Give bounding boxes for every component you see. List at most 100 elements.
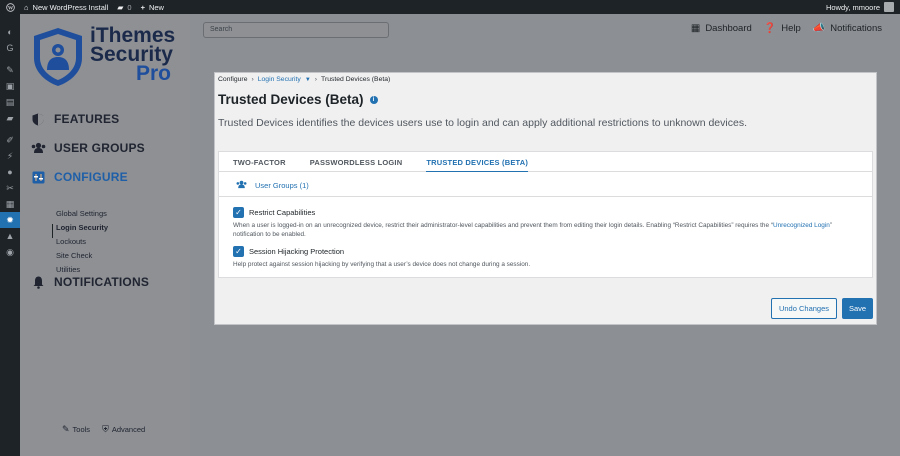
configure-subnav: Global Settings Login Security Lockouts … bbox=[52, 207, 108, 277]
comment-icon: ▰ bbox=[117, 2, 124, 12]
svg-text:W: W bbox=[8, 5, 14, 11]
appearance-icon[interactable]: ✐ bbox=[0, 132, 20, 148]
admin-bar: W ⌂ New WordPress Install ▰ 0 + New Howd… bbox=[0, 0, 900, 14]
shield-badge-icon: ⛨ bbox=[102, 424, 109, 434]
restrict-help-text-a: When a user is logged-in on an unrecogni… bbox=[233, 222, 770, 229]
nav-configure[interactable]: CONFIGURE bbox=[30, 170, 128, 184]
nav-user-groups-label: USER GROUPS bbox=[54, 141, 145, 155]
plugins-icon[interactable]: ⚡ bbox=[0, 148, 20, 164]
tab-passwordless-login[interactable]: PASSWORDLESS LOGIN bbox=[310, 152, 403, 171]
subnav-site-check[interactable]: Site Check bbox=[56, 249, 108, 263]
users-group-icon bbox=[30, 141, 46, 155]
top-nav: ▦ Dashboard ❓ Help 📣 Notifications bbox=[679, 23, 882, 34]
home-icon: ⌂ bbox=[24, 2, 29, 12]
restrict-capabilities-help: When a user is logged-in on an unrecogni… bbox=[233, 221, 863, 239]
plus-icon: + bbox=[140, 2, 145, 12]
info-icon[interactable]: i bbox=[369, 95, 378, 104]
tools-label: Tools bbox=[72, 425, 91, 434]
tab-bar: TWO-FACTOR PASSWORDLESS LOGIN TRUSTED DE… bbox=[219, 152, 872, 172]
restrict-capabilities-checkbox[interactable]: ✓ bbox=[233, 207, 244, 218]
collapse-icon[interactable]: ◉ bbox=[0, 244, 20, 260]
howdy-user[interactable]: Howdy, mmoore bbox=[826, 3, 880, 12]
tools-icon[interactable]: ✂ bbox=[0, 180, 20, 196]
users-icon[interactable]: ● bbox=[0, 164, 20, 180]
subnav-lockouts[interactable]: Lockouts bbox=[56, 235, 108, 249]
chevron-right-icon: › bbox=[314, 76, 318, 83]
pin-icon[interactable]: ✎ bbox=[0, 62, 20, 78]
breadcrumb-root[interactable]: Configure bbox=[218, 76, 247, 83]
new-label: New bbox=[148, 2, 164, 12]
grid-icon: ▦ bbox=[690, 23, 701, 34]
settings-card: Configure › Login Security ▼ › Trusted D… bbox=[214, 72, 877, 325]
megaphone-icon: 📣 bbox=[812, 23, 826, 34]
tab-trusted-devices[interactable]: TRUSTED DEVICES (BETA) bbox=[426, 152, 529, 172]
chevron-right-icon: › bbox=[251, 76, 254, 83]
undo-changes-button[interactable]: Undo Changes bbox=[771, 298, 837, 319]
site-name-link[interactable]: ⌂ New WordPress Install bbox=[24, 3, 108, 12]
wp-admin-menu: ◐ G ✎ ▣ ▤ ▰ ✐ ⚡ ● ✂ ▦ ✹ ▲ ◉ bbox=[0, 14, 20, 456]
subnav-login-security[interactable]: Login Security bbox=[56, 221, 108, 235]
brand-line-3: Pro bbox=[136, 62, 172, 85]
dashboard-label: Dashboard bbox=[705, 23, 752, 34]
dashboard-icon[interactable]: ◐ bbox=[0, 24, 20, 40]
advanced-label: Advanced bbox=[111, 425, 146, 434]
advanced-link[interactable]: ⛨ Advanced bbox=[102, 424, 145, 435]
new-content-link[interactable]: + New bbox=[141, 3, 164, 12]
subnav-global-settings[interactable]: Global Settings bbox=[56, 207, 108, 221]
breadcrumb-section[interactable]: Login Security bbox=[258, 76, 301, 83]
configure-icon bbox=[30, 170, 46, 184]
nav-notifications-label: NOTIFICATIONS bbox=[54, 275, 150, 289]
pages-icon[interactable]: ▤ bbox=[0, 94, 20, 110]
security-icon[interactable]: ✹ bbox=[0, 212, 20, 228]
help-label: Help bbox=[781, 23, 801, 34]
search-input[interactable]: Search bbox=[203, 22, 389, 38]
settings-icon[interactable]: ▦ bbox=[0, 196, 20, 212]
bell-icon bbox=[30, 275, 46, 289]
comments-count: 0 bbox=[127, 2, 132, 12]
nav-features-label: FEATURES bbox=[54, 112, 120, 126]
sidebar-footer: ✎ Tools ⛨ Advanced bbox=[62, 424, 157, 435]
comments-link[interactable]: ▰ 0 bbox=[117, 3, 131, 12]
ithemes-logo: iThemes Security Pro bbox=[30, 25, 175, 88]
unrecognized-login-link[interactable]: Unrecognized Login bbox=[773, 222, 830, 229]
nav-notifications[interactable]: NOTIFICATIONS bbox=[30, 275, 149, 289]
notifications-label: Notifications bbox=[830, 23, 882, 34]
chevron-down-icon[interactable]: ▼ bbox=[305, 77, 311, 83]
option-restrict-capabilities: ✓ Restrict Capabilities When a user is l… bbox=[233, 207, 863, 239]
page-title: Trusted Devices (Beta) i bbox=[218, 92, 378, 107]
nav-configure-label: CONFIGURE bbox=[54, 170, 128, 184]
help-link[interactable]: ❓ Help bbox=[764, 23, 801, 34]
session-hijacking-label: Session Hijacking Protection bbox=[249, 247, 345, 256]
gauge-icon[interactable]: G bbox=[0, 40, 20, 56]
option-session-hijacking: ✓ Session Hijacking Protection Help prot… bbox=[233, 246, 863, 269]
restrict-capabilities-label: Restrict Capabilities bbox=[249, 208, 316, 217]
divider bbox=[219, 196, 872, 197]
notifications-link[interactable]: 📣 Notifications bbox=[813, 23, 882, 34]
ithemes-sidebar: iThemes Security Pro FEATURES USER GROUP… bbox=[20, 14, 190, 456]
session-hijacking-checkbox[interactable]: ✓ bbox=[233, 246, 244, 257]
session-hijacking-help: Help protect against session hijacking b… bbox=[233, 261, 531, 268]
comments-icon[interactable]: ▰ bbox=[0, 110, 20, 126]
save-button[interactable]: Save bbox=[842, 298, 873, 319]
avatar[interactable] bbox=[884, 2, 894, 12]
nav-features[interactable]: FEATURES bbox=[30, 112, 119, 126]
breadcrumb-current: Trusted Devices (Beta) bbox=[321, 76, 391, 83]
page-title-text: Trusted Devices (Beta) bbox=[218, 92, 364, 107]
user-groups-link[interactable]: User Groups (1) bbox=[236, 180, 309, 191]
wordpress-logo-icon[interactable]: W bbox=[6, 2, 15, 12]
breadcrumb: Configure › Login Security ▼ › Trusted D… bbox=[218, 76, 390, 83]
settings-panel: TWO-FACTOR PASSWORDLESS LOGIN TRUSTED DE… bbox=[218, 151, 873, 278]
nav-user-groups[interactable]: USER GROUPS bbox=[30, 141, 145, 155]
dashboard-link[interactable]: ▦ Dashboard bbox=[691, 23, 752, 34]
site-name-label: New WordPress Install bbox=[32, 2, 109, 12]
user-groups-label: User Groups (1) bbox=[255, 181, 309, 190]
users-group-icon bbox=[236, 180, 247, 191]
media-icon[interactable]: ▣ bbox=[0, 78, 20, 94]
lock-icon[interactable]: ▲ bbox=[0, 228, 20, 244]
tools-link[interactable]: ✎ Tools bbox=[62, 424, 90, 435]
wrench-icon: ✎ bbox=[62, 424, 70, 434]
shield-icon bbox=[30, 112, 46, 126]
page-description: Trusted Devices identifies the devices u… bbox=[218, 117, 747, 129]
active-indicator bbox=[52, 224, 53, 238]
tab-two-factor[interactable]: TWO-FACTOR bbox=[233, 152, 286, 171]
